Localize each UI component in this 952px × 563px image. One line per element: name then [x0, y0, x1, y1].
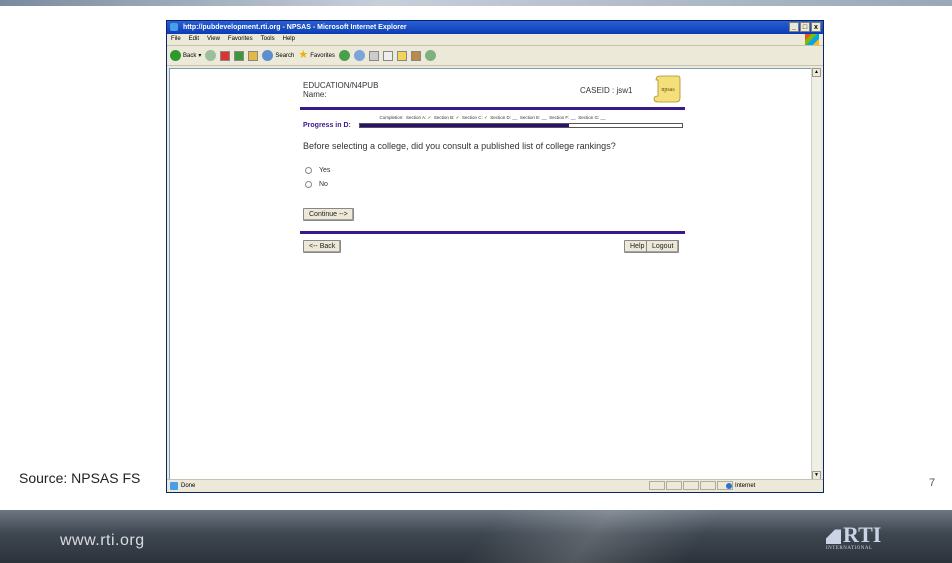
slide-top-bar	[0, 0, 952, 6]
mail-icon[interactable]	[353, 50, 365, 61]
home-icon[interactable]	[248, 50, 259, 61]
npsas-logo-text: npsas	[661, 87, 675, 93]
vertical-scrollbar[interactable]: ▲ ▼	[811, 68, 821, 480]
header-divider	[300, 107, 685, 110]
navigation-row: <-- Back Help Logout	[300, 240, 685, 258]
menu-help[interactable]: Help	[283, 34, 295, 45]
windows-logo-icon	[805, 34, 819, 45]
radio-yes[interactable]	[305, 166, 312, 174]
close-button[interactable]: x	[811, 22, 821, 32]
answer-options: Yes No	[300, 163, 685, 191]
window-title: http://pubdevelopment.rti.org - NPSAS - …	[182, 24, 407, 31]
toolbar: Back ▾ Search ★ Favorites	[167, 46, 823, 66]
folder-icon[interactable]	[396, 50, 407, 61]
menu-file[interactable]: File	[171, 34, 181, 45]
section-d-label: Section D:	[490, 115, 512, 120]
title-bar: http://pubdevelopment.rti.org - NPSAS - …	[167, 21, 823, 34]
progress-fill	[360, 124, 570, 127]
back-nav-button[interactable]: <-- Back	[303, 240, 342, 253]
section-e-mark: __	[541, 115, 547, 120]
print-icon[interactable]	[368, 50, 379, 61]
section-c-label: Section C:	[461, 115, 483, 120]
footer-url: www.rti.org	[60, 532, 145, 549]
search-label: Search	[275, 52, 295, 59]
option-no[interactable]: No	[305, 177, 685, 191]
window-controls: _ □ x	[789, 22, 821, 32]
back-arrow-icon	[170, 50, 181, 61]
survey-header: EDUCATION/N4PUB Name: CASEID : jsw1 npsa…	[300, 75, 685, 103]
section-g-mark: __	[600, 115, 606, 120]
source-caption: Source: NPSAS FS	[19, 470, 141, 486]
security-zone: Internet	[735, 483, 756, 489]
chevron-down-icon: ▾	[198, 53, 202, 59]
search-icon	[262, 50, 274, 61]
study-label: EDUCATION/N4PUB	[303, 81, 379, 90]
page-icon	[170, 482, 178, 490]
section-d-mark: __	[512, 115, 518, 120]
forward-button[interactable]	[205, 50, 217, 61]
back-label: Back	[183, 52, 197, 59]
name-label: Name:	[303, 90, 327, 99]
case-id: CASEID : jsw1	[580, 86, 633, 95]
option-yes[interactable]: Yes	[305, 163, 685, 177]
stop-icon[interactable]	[220, 50, 231, 61]
rti-logo: RTI INTERNATIONAL	[826, 524, 898, 551]
progress-label: Progress in D:	[303, 122, 351, 129]
section-f-mark: __	[570, 115, 576, 120]
footer-swoosh	[389, 510, 791, 563]
section-b-mark: ✓	[455, 115, 460, 120]
footer-divider	[300, 231, 685, 234]
section-e-label: Section E:	[519, 115, 541, 120]
minimize-button[interactable]: _	[789, 22, 799, 32]
npsas-logo: npsas	[653, 75, 681, 103]
option-no-label: No	[319, 180, 328, 188]
section-a-label: Section A:	[406, 115, 427, 120]
messenger-icon[interactable]	[424, 50, 436, 61]
rti-logo-subtext: INTERNATIONAL	[826, 546, 873, 551]
page-content: EDUCATION/N4PUB Name: CASEID : jsw1 npsa…	[169, 68, 812, 480]
option-yes-label: Yes	[319, 166, 331, 174]
section-a-mark: ✓	[427, 115, 432, 120]
status-text: Done	[181, 483, 196, 489]
section-g-label: Section G:	[578, 115, 600, 120]
section-b-label: Section B:	[433, 115, 455, 120]
star-icon: ★	[298, 49, 309, 61]
status-bar: Done Internet	[167, 479, 823, 492]
section-f-label: Section F:	[549, 115, 570, 120]
rti-mark-icon	[826, 529, 841, 545]
progress-row: Progress in D:	[300, 122, 685, 129]
menu-bar: File Edit View Favorites Tools Help	[167, 34, 823, 46]
completion-label: Completion:	[379, 115, 404, 120]
radio-no[interactable]	[305, 180, 312, 188]
progress-bar	[359, 123, 683, 128]
menu-edit[interactable]: Edit	[189, 34, 199, 45]
menu-view[interactable]: View	[207, 34, 220, 45]
refresh-icon[interactable]	[234, 50, 245, 61]
section-c-mark: ✓	[483, 115, 488, 120]
survey-form: EDUCATION/N4PUB Name: CASEID : jsw1 npsa…	[300, 75, 685, 258]
browser-window: http://pubdevelopment.rti.org - NPSAS - …	[166, 20, 824, 493]
question-text: Before selecting a college, did you cons…	[303, 141, 616, 151]
edit-icon[interactable]	[382, 50, 393, 61]
slide-footer: www.rti.org RTI INTERNATIONAL	[0, 510, 952, 563]
favorites-button[interactable]: ★ Favorites	[298, 50, 335, 61]
continue-button[interactable]: Continue -->	[303, 208, 354, 221]
maximize-button[interactable]: □	[800, 22, 810, 32]
ie-icon	[170, 23, 178, 32]
history-icon[interactable]	[338, 50, 350, 61]
globe-icon	[726, 483, 732, 489]
completion-status: Completion: Section A: ✓ Section B: ✓ Se…	[300, 115, 685, 121]
scroll-up-icon[interactable]: ▲	[812, 68, 821, 77]
status-panes	[649, 481, 733, 490]
slide-number: 7	[929, 477, 936, 489]
research-icon[interactable]	[410, 50, 421, 61]
favorites-label: Favorites	[310, 52, 335, 59]
rti-logo-text: RTI	[843, 522, 882, 547]
logout-button[interactable]: Logout	[646, 240, 680, 253]
menu-tools[interactable]: Tools	[261, 34, 275, 45]
back-button[interactable]: Back ▾	[170, 50, 201, 61]
menu-favorites[interactable]: Favorites	[228, 34, 253, 45]
search-button[interactable]: Search	[262, 50, 294, 61]
